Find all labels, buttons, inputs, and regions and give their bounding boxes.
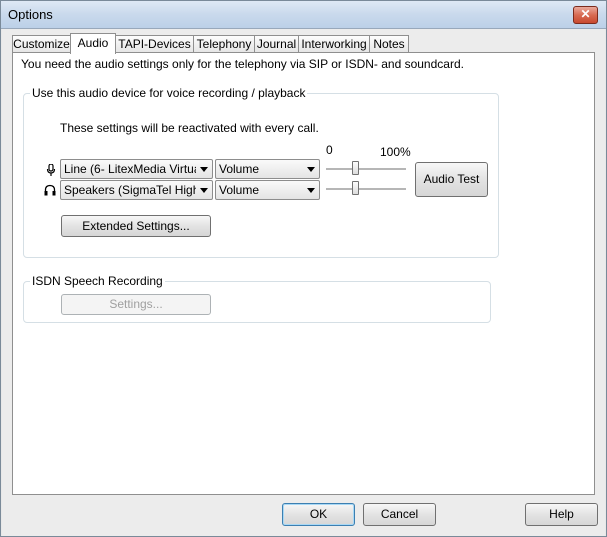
output-device-select[interactable]: Speakers (SigmaTel High D (60, 180, 213, 200)
microphone-icon (46, 164, 56, 176)
chevron-down-icon (200, 167, 208, 172)
isdn-recording-group: ISDN Speech Recording Settings... (23, 274, 491, 323)
audio-test-button[interactable]: Audio Test (415, 162, 488, 197)
tab-tapi-devices[interactable]: TAPI-Devices (115, 35, 194, 52)
slider-thumb[interactable] (352, 161, 359, 175)
help-button[interactable]: Help (525, 503, 598, 526)
headphones-icon (44, 184, 56, 196)
scale-max-label: 100% (380, 145, 411, 159)
audio-device-group: Use this audio device for voice recordin… (23, 86, 499, 258)
chevron-down-icon (307, 167, 315, 172)
output-volume-slider[interactable] (326, 181, 406, 197)
tab-notes[interactable]: Notes (369, 35, 409, 52)
title-bar[interactable]: Options ✕ (1, 1, 606, 29)
slider-thumb[interactable] (352, 181, 359, 195)
input-control-select[interactable]: Volume (215, 159, 320, 179)
isdn-group-label: ISDN Speech Recording (30, 274, 165, 288)
chevron-down-icon (200, 188, 208, 193)
input-control-value: Volume (219, 162, 260, 176)
output-control-value: Volume (219, 183, 260, 197)
ok-button[interactable]: OK (282, 503, 355, 526)
audio-device-group-label: Use this audio device for voice recordin… (30, 86, 308, 100)
chevron-down-icon (307, 188, 315, 193)
tab-customize[interactable]: Customize (12, 35, 71, 52)
slider-track (326, 188, 406, 191)
dialog-button-bar: OK Cancel Help (2, 499, 605, 536)
window-title: Options (8, 7, 53, 22)
input-device-select[interactable]: Line (6- LitexMedia Virtual A (60, 159, 213, 179)
tab-audio[interactable]: Audio (70, 33, 116, 54)
reactivation-note: These settings will be reactivated with … (60, 121, 319, 135)
options-window: Options ✕ Customize Audio TAPI-Devices T… (0, 0, 607, 537)
scale-min-label: 0 (326, 143, 333, 157)
tab-interworking[interactable]: Interworking (298, 35, 370, 52)
input-device-value: Line (6- LitexMedia Virtual A (64, 162, 196, 176)
slider-track (326, 168, 406, 171)
input-volume-slider[interactable] (326, 161, 406, 177)
audio-tab-panel: You need the audio settings only for the… (12, 52, 595, 495)
output-device-value: Speakers (SigmaTel High D (64, 183, 196, 197)
tab-telephony[interactable]: Telephony (193, 35, 255, 52)
cancel-button[interactable]: Cancel (363, 503, 436, 526)
isdn-settings-button[interactable]: Settings... (61, 294, 211, 315)
dialog-client: Customize Audio TAPI-Devices Telephony J… (2, 29, 605, 536)
extended-settings-button[interactable]: Extended Settings... (61, 215, 211, 237)
close-button[interactable]: ✕ (573, 6, 598, 24)
audio-intro-text: You need the audio settings only for the… (21, 57, 464, 71)
output-control-select[interactable]: Volume (215, 180, 320, 200)
tab-journal[interactable]: Journal (254, 35, 299, 52)
